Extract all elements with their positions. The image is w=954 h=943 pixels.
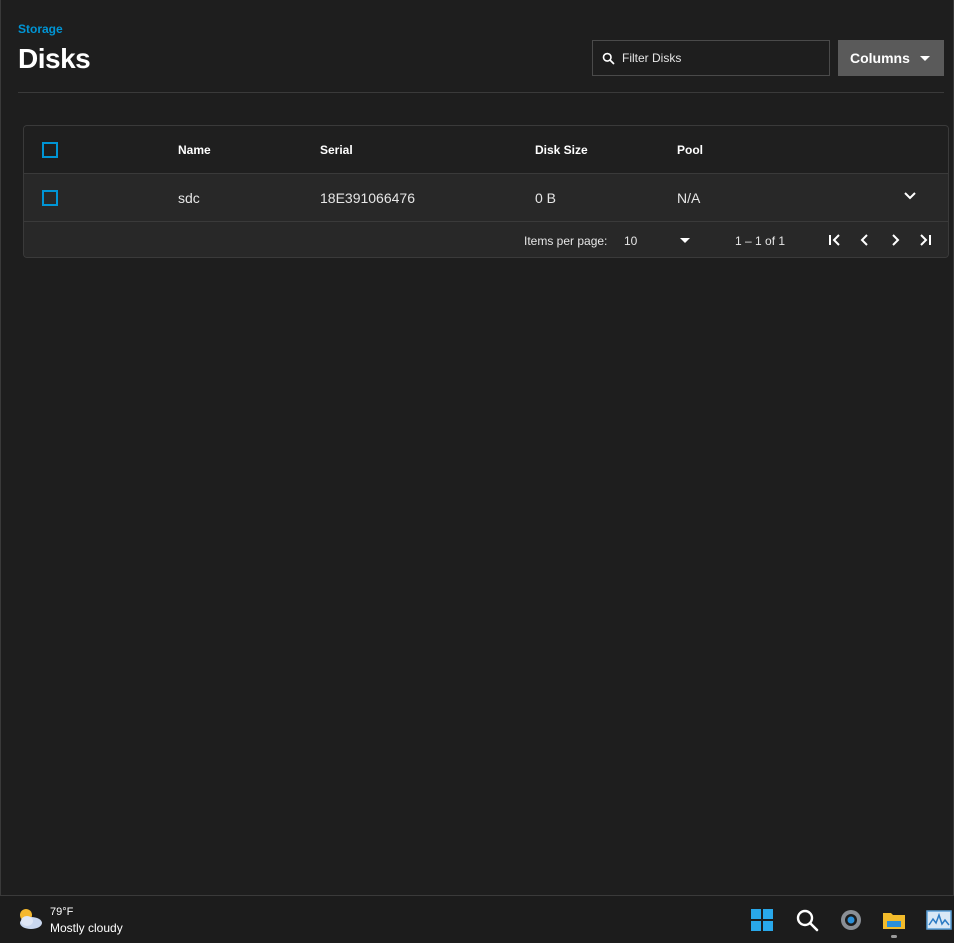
items-per-page-value: 10 [624,234,638,248]
page-title: Disks [18,43,91,74]
weather-icon[interactable] [16,906,44,932]
columns-button[interactable]: Columns [838,40,944,76]
filter-disks-input[interactable] [622,51,812,65]
items-per-page-select[interactable]: 10 [624,234,692,248]
last-page-icon[interactable] [915,230,935,250]
app-window: Storage Disks Columns Name Serial Disk S… [0,0,954,895]
weather-temperature[interactable]: 79°F [50,906,73,918]
cell-disk-size: 0 B [535,190,557,206]
column-header-pool[interactable]: Pool [677,143,703,157]
next-page-icon[interactable] [885,230,905,250]
filter-disks-search[interactable] [592,40,830,76]
taskbar: 79°F Mostly cloudy [0,895,954,943]
search-icon [602,52,615,64]
caret-down-icon [680,238,690,243]
cell-serial: 18E391066476 [320,190,415,206]
active-app-indicator [891,935,897,938]
paginator: Items per page: 10 1 – 1 of 1 [24,222,948,257]
table-row[interactable]: sdc 18E391066476 0 B N/A [24,174,948,222]
row-checkbox[interactable] [42,190,58,206]
table-header-row: Name Serial Disk Size Pool [24,126,948,174]
page-range-label: 1 – 1 of 1 [735,234,786,248]
chevron-down-icon[interactable] [902,188,918,204]
previous-page-icon[interactable] [855,230,875,250]
weather-description[interactable]: Mostly cloudy [50,921,123,935]
search-icon[interactable] [794,907,820,933]
column-header-name[interactable]: Name [178,143,211,157]
disks-table-card: Name Serial Disk Size Pool sdc 18E391066… [23,125,949,258]
header-divider [18,92,944,93]
items-per-page-label: Items per page: [524,234,608,248]
select-all-checkbox[interactable] [42,142,58,158]
column-header-serial[interactable]: Serial [320,143,353,157]
file-explorer-icon[interactable] [881,907,907,933]
start-icon[interactable] [749,907,775,933]
settings-icon[interactable] [838,907,864,933]
resource-monitor-icon[interactable] [926,907,952,933]
column-header-disk-size[interactable]: Disk Size [535,143,588,157]
caret-down-icon [919,55,930,61]
cell-name: sdc [178,190,200,206]
breadcrumb[interactable]: Storage [18,22,63,36]
cell-pool: N/A [677,190,701,206]
columns-button-label: Columns [850,50,910,66]
first-page-icon[interactable] [825,230,845,250]
